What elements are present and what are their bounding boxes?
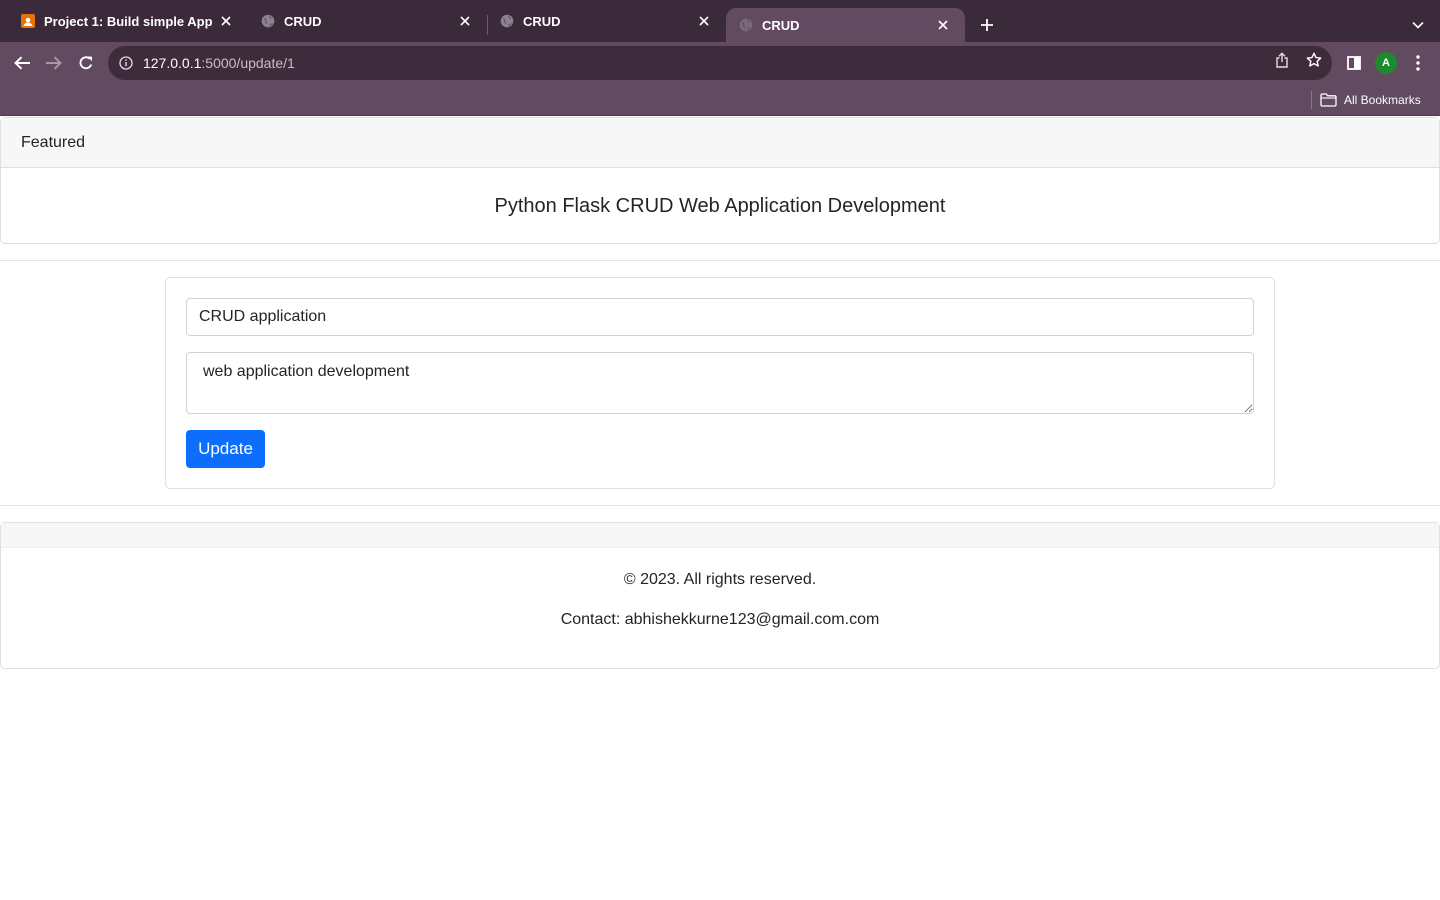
tab-title: CRUD [523,13,561,29]
reload-button[interactable] [73,50,99,76]
url-text[interactable]: 127.0.0.1:5000/update/1 [143,55,295,71]
back-button[interactable] [9,50,35,76]
card-header: Featured [1,118,1439,168]
tab-title: CRUD [762,17,800,33]
arrow-right-icon [46,56,62,70]
tab-crud-2[interactable]: CRUD [479,0,726,42]
tab-title: CRUD [284,13,322,29]
tab-project[interactable]: Project 1: Build simple Applicat [0,0,248,42]
title-input[interactable] [186,298,1254,336]
tab-strip: Project 1: Build simple Applicat CRUD CR… [0,0,1440,42]
folder-icon [1320,93,1337,107]
close-icon[interactable] [696,13,712,29]
divider [0,505,1440,506]
profile-avatar[interactable]: A [1375,52,1397,74]
close-icon[interactable] [218,13,234,29]
share-icon [1276,52,1288,68]
new-tab-button[interactable] [975,13,999,37]
all-bookmarks-label: All Bookmarks [1344,93,1421,107]
bookmarks-bar: All Bookmarks [0,84,1440,116]
divider [0,260,1440,261]
forward-button[interactable] [41,50,67,76]
plus-icon [981,19,993,31]
tab-crud-active[interactable]: CRUD [726,8,965,42]
url-host: 127.0.0.1 [143,55,202,71]
all-bookmarks-button[interactable]: All Bookmarks [1320,89,1421,111]
chevron-down-icon [1412,21,1424,29]
update-form: web application development Update [165,277,1275,489]
browser-menu-button[interactable] [1407,52,1429,74]
footer-card: © 2023. All rights reserved. Contact: ab… [0,522,1440,669]
bookmark-star-button[interactable] [1305,51,1323,69]
address-bar[interactable]: 127.0.0.1:5000/update/1 [108,46,1332,80]
info-icon [119,56,133,70]
update-button[interactable]: Update [186,430,265,468]
globe-icon [499,13,515,29]
reload-icon [79,56,93,70]
header-card: Featured Python Flask CRUD Web Applicati… [0,117,1440,244]
tab-crud-1[interactable]: CRUD [240,0,487,42]
star-icon [1306,52,1322,67]
copyright-text: © 2023. All rights reserved. [623,571,817,588]
bookmarks-separator [1311,91,1312,109]
description-textarea[interactable]: web application development [186,352,1254,414]
globe-icon [738,17,754,33]
tab-title: Project 1: Build simple Applicat [44,13,212,29]
share-button[interactable] [1273,51,1291,69]
page-title: Python Flask CRUD Web Application Develo… [494,194,946,217]
contact-text: Contact: abhishekkurne123@gmail.com.com [560,611,880,628]
close-icon[interactable] [935,17,951,33]
globe-icon [260,13,276,29]
presentation-icon [20,13,36,29]
kebab-menu-icon [1416,55,1420,71]
side-panel-icon [1347,56,1361,70]
footer-header [1,523,1439,548]
arrow-left-icon [14,56,30,70]
url-path: :5000/update/1 [201,55,295,71]
browser-toolbar: 127.0.0.1:5000/update/1 A [0,42,1440,84]
side-panel-button[interactable] [1343,52,1365,74]
page-content: Featured Python Flask CRUD Web Applicati… [0,117,1440,900]
tab-search-button[interactable] [1406,13,1430,37]
close-icon[interactable] [457,13,473,29]
